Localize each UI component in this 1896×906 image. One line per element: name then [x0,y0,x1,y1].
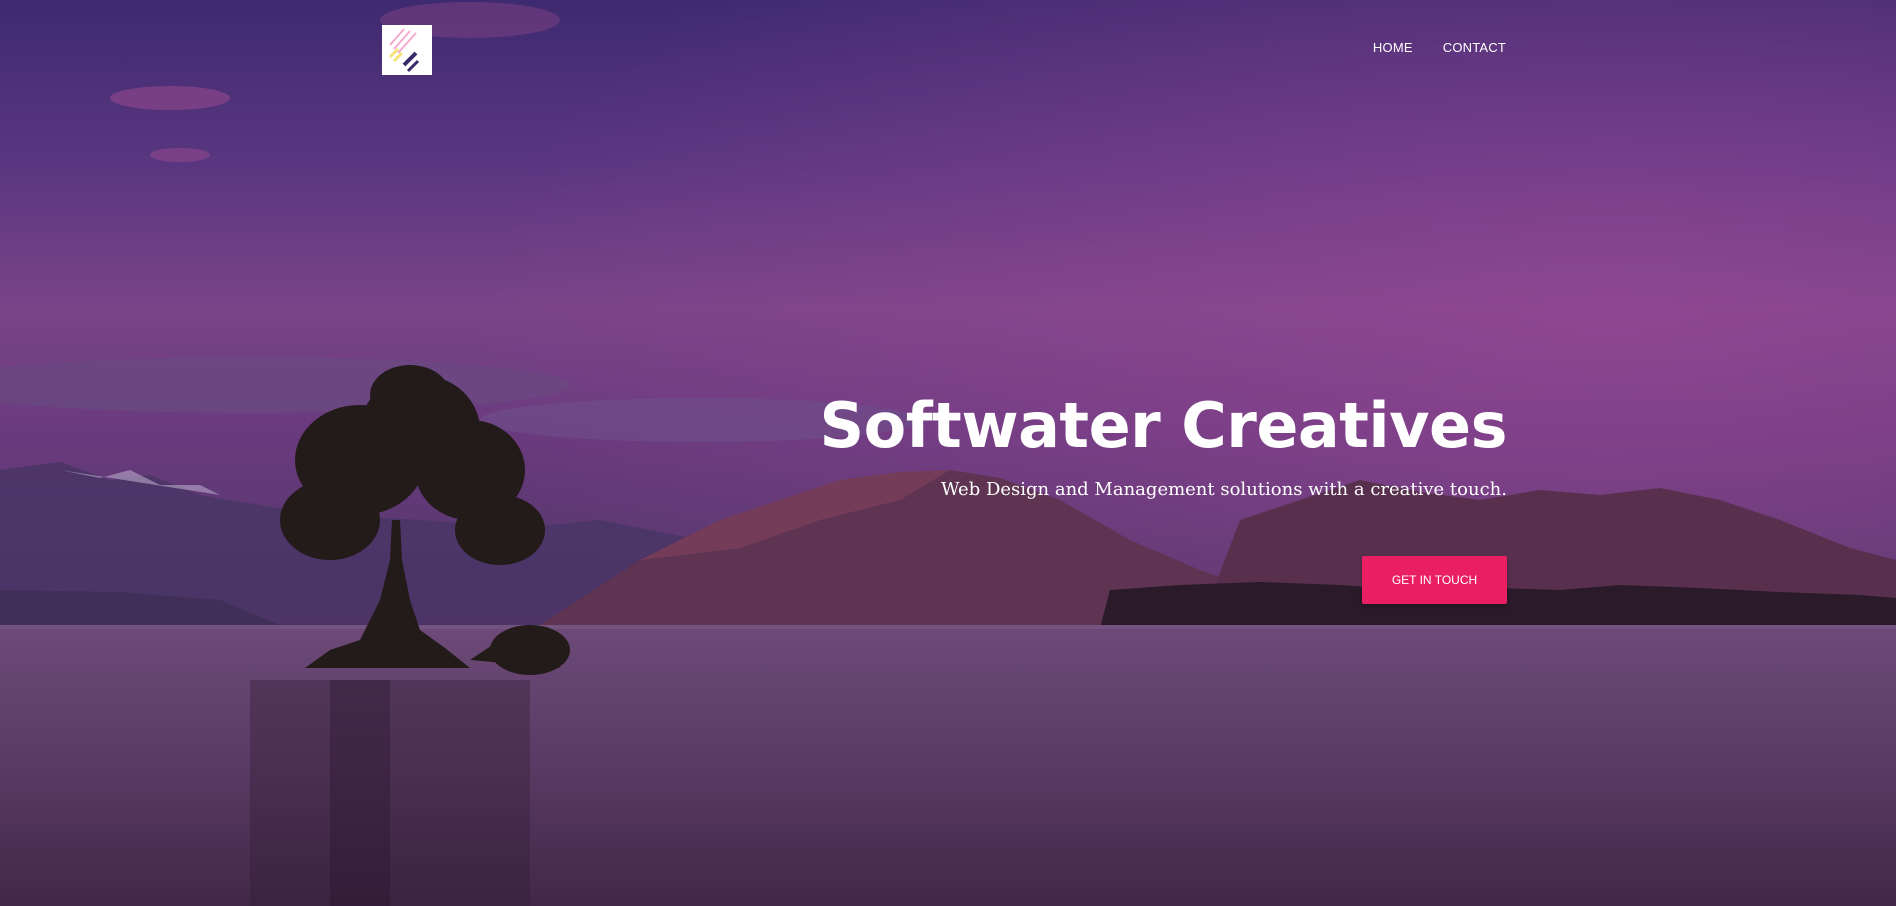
brand-logo-icon [388,28,420,73]
nav-link-contact[interactable]: CONTACT [1443,40,1506,55]
hero-section: HOME CONTACT Softwater Creatives Web Des… [0,0,1896,906]
hero-content: Softwater Creatives Web Design and Manag… [607,388,1508,604]
get-in-touch-button[interactable]: GET IN TOUCH [1362,556,1507,604]
site-logo[interactable] [382,25,432,75]
main-nav: HOME CONTACT [1373,40,1506,55]
site-header: HOME CONTACT [0,0,1896,100]
hero-subtitle: Web Design and Management solutions with… [941,479,1507,500]
hero-title: Softwater Creatives [819,389,1507,462]
nav-link-home[interactable]: HOME [1373,40,1413,55]
